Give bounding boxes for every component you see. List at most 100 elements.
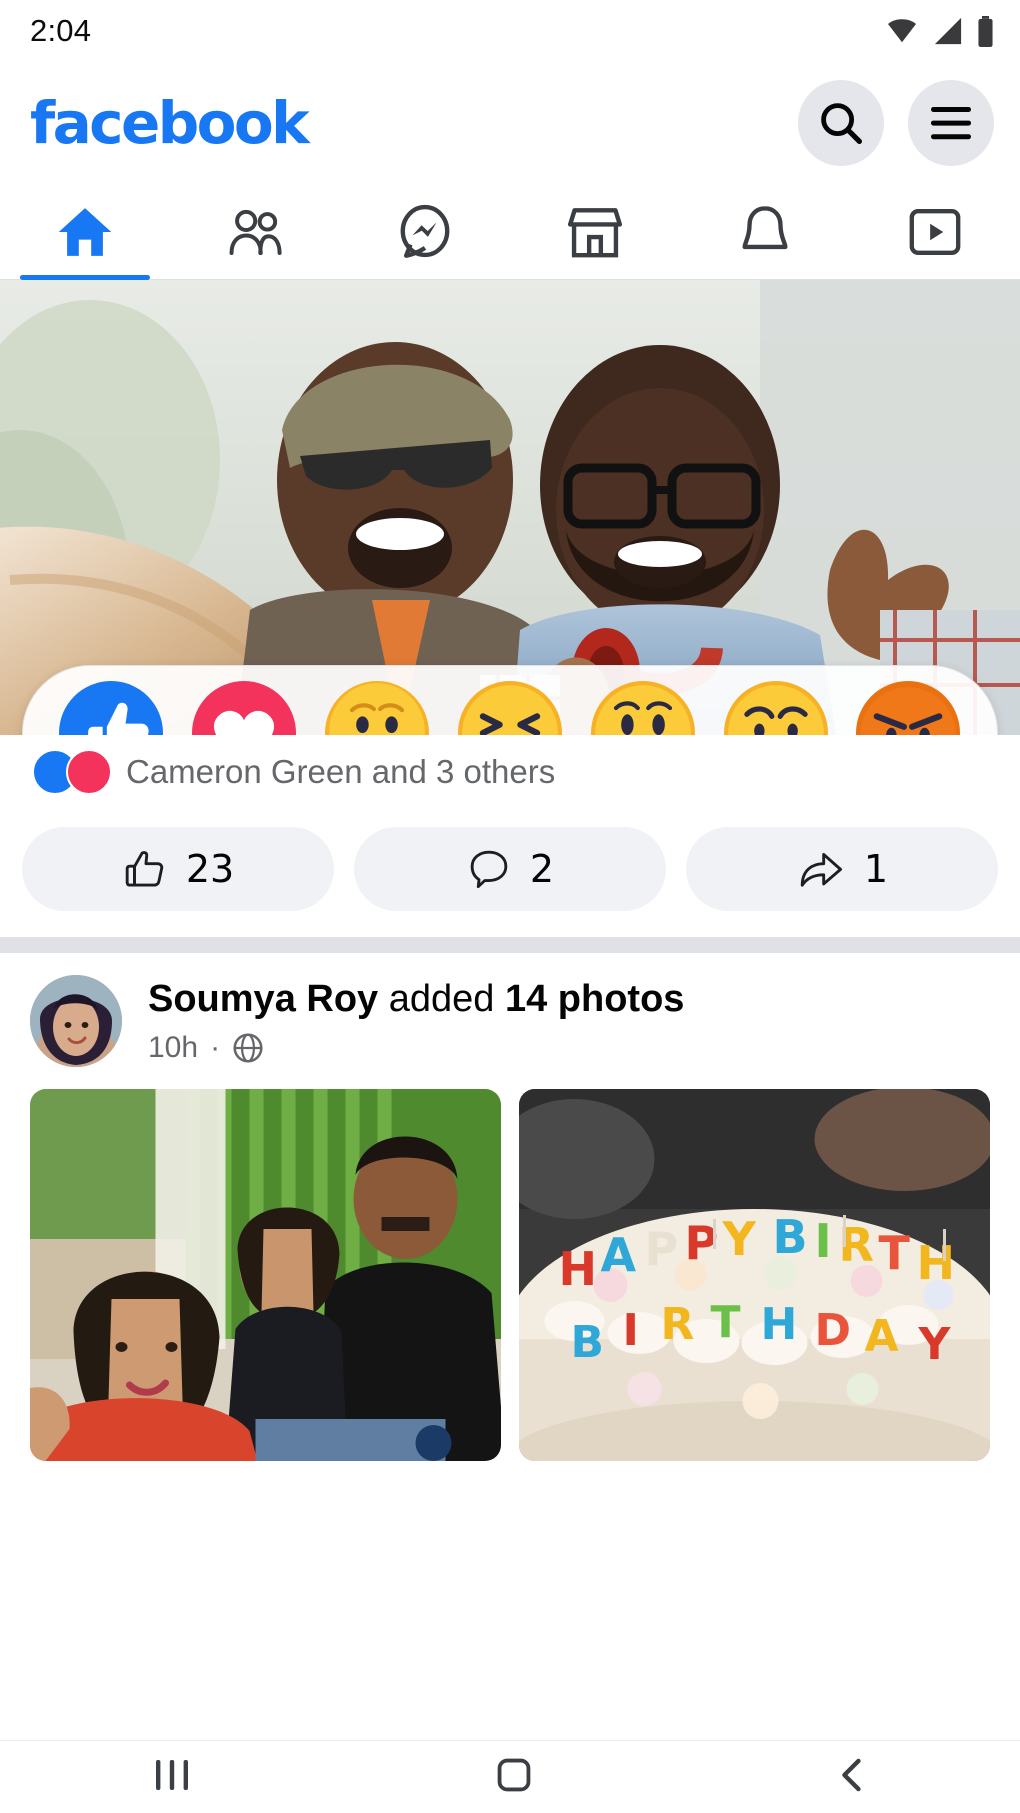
svg-text:P: P	[645, 1222, 679, 1276]
like-count: 23	[185, 847, 235, 891]
svg-text:Y: Y	[918, 1319, 952, 1370]
wifi-icon	[888, 19, 916, 43]
hamburger-menu-icon	[931, 107, 971, 140]
friends-icon	[229, 209, 282, 255]
thumbs-up-outline-icon	[125, 851, 164, 887]
sad-reaction-icon	[723, 681, 828, 735]
reaction-wow[interactable]	[590, 681, 695, 735]
svg-text:A: A	[601, 1228, 637, 1282]
avatar[interactable]	[30, 975, 122, 1067]
back-chevron-icon	[841, 1758, 861, 1791]
home-button[interactable]	[495, 1756, 533, 1799]
tab-friends[interactable]	[170, 184, 340, 279]
svg-text:H: H	[559, 1242, 598, 1296]
status-time: 2:04	[30, 13, 92, 48]
tab-watch[interactable]	[850, 184, 1020, 279]
bell-icon	[742, 205, 788, 249]
menu-button[interactable]	[908, 80, 994, 166]
back-button[interactable]	[834, 1756, 870, 1799]
meta-separator: ·	[210, 1030, 221, 1064]
svg-text:D: D	[815, 1305, 852, 1356]
share-count: 1	[863, 847, 889, 891]
wow-reaction-icon	[590, 681, 695, 735]
love-reaction-icon	[192, 681, 297, 735]
post-1-actions: 23 2 1	[0, 809, 1020, 937]
facebook-logo[interactable]: facebook	[30, 94, 310, 152]
home-square-icon	[497, 1758, 531, 1791]
reaction-care[interactable]	[325, 681, 430, 735]
share-arrow-icon	[800, 852, 842, 887]
watch-video-icon	[909, 208, 961, 255]
post-2-header: Soumya Roy added 14 photos 10h ·	[0, 975, 1020, 1067]
like-reaction-icon	[59, 681, 164, 735]
svg-text:H: H	[917, 1236, 956, 1290]
feed-divider	[0, 937, 1020, 953]
svg-text:R: R	[661, 1299, 695, 1350]
care-reaction-icon	[325, 681, 430, 735]
post-2-photo-grid: H A P P Y B I R T H B I R T H D A Y	[0, 1067, 1020, 1461]
post-2-action: added	[388, 978, 495, 1021]
svg-text:I: I	[623, 1305, 639, 1356]
post-1: Cameron Green and 3 others 23 2 1	[0, 280, 1020, 937]
post-1-likers-text[interactable]: Cameron Green and 3 others	[126, 753, 555, 791]
comment-bubble-icon	[470, 850, 508, 889]
news-feed: Cameron Green and 3 others 23 2 1 Soumya…	[0, 280, 1020, 1461]
post-2-header-text: Soumya Roy added 14 photos 10h ·	[148, 977, 684, 1065]
facebook-header: facebook	[0, 62, 1020, 184]
cellular-signal-icon	[934, 17, 962, 45]
svg-text:T: T	[711, 1297, 741, 1348]
share-button[interactable]: 1	[686, 827, 998, 911]
messenger-icon	[400, 204, 450, 258]
tab-home[interactable]	[0, 184, 170, 280]
svg-text:B: B	[773, 1210, 808, 1264]
svg-text:H: H	[761, 1299, 798, 1350]
reaction-like[interactable]	[59, 681, 164, 735]
reactions-popup[interactable]	[22, 665, 998, 735]
marketplace-icon	[567, 207, 623, 257]
svg-text:A: A	[865, 1311, 899, 1362]
reaction-love[interactable]	[192, 681, 297, 735]
happy-birthday-cake-photo: H A P P Y B I R T H B I R T H D A Y	[519, 1089, 990, 1461]
like-button[interactable]: 23	[22, 827, 334, 911]
post-2-timestamp: 10h	[148, 1030, 199, 1064]
tab-marketplace[interactable]	[510, 184, 680, 279]
haha-reaction-icon	[457, 681, 562, 735]
status-icons	[885, 15, 994, 47]
post-2-object[interactable]: 14 photos	[505, 978, 684, 1020]
search-icon	[821, 103, 863, 145]
post-2-photo-1[interactable]	[30, 1089, 501, 1461]
recent-apps-button[interactable]	[150, 1758, 194, 1797]
soumya-roy-avatar	[30, 975, 122, 1067]
home-icon	[58, 207, 112, 256]
android-navigation-bar	[0, 1740, 1020, 1813]
post-1-image[interactable]	[0, 280, 1020, 735]
three-friends-group-photo	[30, 1089, 501, 1461]
recent-apps-icon	[156, 1759, 189, 1790]
post-2-author[interactable]: Soumya Roy	[148, 978, 378, 1020]
svg-text:Y: Y	[722, 1212, 757, 1266]
comment-count: 2	[529, 847, 555, 891]
comment-button[interactable]: 2	[354, 827, 666, 911]
tab-messenger[interactable]	[340, 184, 510, 279]
globe-public-icon	[233, 1033, 263, 1063]
header-buttons	[798, 80, 994, 166]
angry-reaction-icon	[856, 681, 961, 735]
post-2-title: Soumya Roy added 14 photos	[148, 977, 684, 1023]
liker-badge-love	[66, 749, 112, 795]
post-1-likers-row[interactable]: Cameron Green and 3 others	[0, 735, 1020, 809]
reaction-angry[interactable]	[856, 681, 961, 735]
tab-notifications[interactable]	[680, 184, 850, 279]
search-button[interactable]	[798, 80, 884, 166]
svg-text:I: I	[815, 1214, 832, 1268]
battery-icon	[978, 15, 993, 47]
reaction-haha[interactable]	[457, 681, 562, 735]
reaction-sad[interactable]	[723, 681, 828, 735]
svg-text:T: T	[879, 1226, 911, 1280]
status-bar: 2:04	[0, 0, 1020, 62]
post-2-photo-2[interactable]: H A P P Y B I R T H B I R T H D A Y	[519, 1089, 990, 1461]
svg-text:B: B	[571, 1317, 605, 1368]
main-tab-bar	[0, 184, 1020, 280]
facebook-mobile-screen: 2:04 facebook Cameron Green and 3 others…	[0, 0, 1020, 1813]
post-2-meta: 10h ·	[148, 1031, 684, 1065]
post-2: Soumya Roy added 14 photos 10h · H A P P…	[0, 953, 1020, 1461]
